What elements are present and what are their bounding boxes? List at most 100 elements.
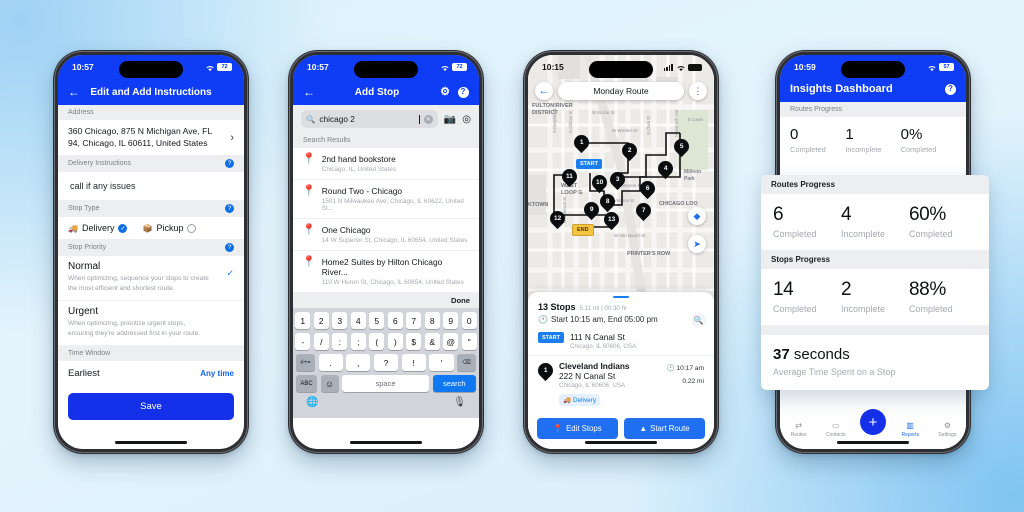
key-at[interactable]: @ — [443, 333, 459, 350]
insights-overlay-card: Routes Progress 6 Completed 4 Incomplete… — [761, 175, 989, 390]
map-start-chip[interactable]: START — [576, 159, 602, 169]
keyboard-row-symbols: - / : ; ( ) $ & @ " — [295, 333, 477, 350]
delete-icon[interactable]: ⌫ — [457, 354, 477, 371]
key-exclamation[interactable]: ! — [401, 354, 426, 371]
route-title[interactable]: Monday Route — [558, 82, 684, 100]
key-period[interactable]: . — [318, 354, 343, 371]
key-dollar[interactable]: $ — [406, 333, 422, 350]
page-title: Edit and Add Instructions — [90, 86, 212, 98]
stop-number-badge: 1 — [534, 359, 557, 382]
tab-settings[interactable]: ⚙ Settings — [929, 422, 966, 439]
question-mark-icon[interactable]: ? — [945, 83, 956, 95]
list-item[interactable]: 📍 2nd hand bookstore Chicago, IL, United… — [293, 148, 479, 180]
key-9[interactable]: 9 — [443, 312, 459, 329]
home-indicator — [585, 441, 657, 444]
key-1[interactable]: 1 — [295, 312, 311, 329]
key-hyphen[interactable]: - — [295, 333, 311, 350]
back-arrow-icon[interactable]: ← — [302, 86, 316, 98]
stat-incomplete: 1 Incomplete — [845, 126, 882, 154]
back-arrow-icon[interactable]: ← — [535, 82, 553, 100]
clear-icon[interactable]: ✕ — [423, 114, 433, 124]
navigate-icon: ▲ — [639, 424, 648, 433]
key-abc[interactable]: ABC — [296, 375, 317, 392]
question-mark-icon[interactable]: ? — [225, 243, 234, 253]
address-row[interactable]: 360 Chicago, 875 N Michigan Ave, FL 94, … — [58, 120, 244, 156]
key-5[interactable]: 5 — [369, 312, 385, 329]
question-mark-icon[interactable]: ? — [225, 204, 234, 214]
chevron-right-icon: › — [230, 131, 234, 144]
map-view[interactable]: FULTON RIVER DISTRICT W Kinzie St W Wacke… — [528, 55, 714, 449]
back-arrow-icon[interactable]: ← — [67, 86, 81, 98]
key-semicolon[interactable]: ; — [350, 333, 366, 350]
save-button[interactable]: Save — [68, 393, 234, 421]
add-button[interactable]: + — [860, 409, 886, 435]
camera-icon[interactable]: 📷 — [444, 114, 456, 125]
home-indicator — [350, 441, 422, 444]
key-apostrophe[interactable]: ' — [429, 354, 454, 371]
priority-option-urgent[interactable]: Urgent When optimizing, prioritize urgen… — [58, 301, 244, 347]
question-mark-icon[interactable]: ? — [457, 86, 469, 98]
key-2[interactable]: 2 — [313, 312, 329, 329]
key-symbols-toggle[interactable]: #+= — [296, 354, 315, 371]
stop-type-pickup[interactable]: 📦 Pickup — [142, 223, 197, 233]
search-input[interactable]: 🔍 chicago 2 ✕ — [301, 110, 438, 128]
status-time: 10:57 — [72, 62, 94, 72]
edit-stops-button[interactable]: 📍 Edit Stops — [537, 418, 618, 439]
key-quote[interactable]: " — [461, 333, 477, 350]
keyboard-row-numbers: 1 2 3 4 5 6 7 8 9 0 — [295, 312, 477, 329]
navigate-icon[interactable]: ➤ — [688, 235, 706, 253]
keyboard-done-button[interactable]: Done — [293, 293, 479, 308]
list-item[interactable]: 1 Cleveland Indians 222 N Canal St Chica… — [528, 355, 714, 412]
map-end-chip[interactable]: END — [572, 224, 594, 236]
list-item[interactable]: 📍 Home2 Suites by Hilton Chicago River..… — [293, 251, 479, 293]
key-comma[interactable]: , — [346, 354, 371, 371]
tab-routes[interactable]: ⇄ Routes — [780, 422, 817, 439]
search-icon[interactable]: 🔍 — [691, 313, 706, 328]
priority-option-normal[interactable]: Normal When optimizing, sequence your st… — [58, 256, 244, 302]
radio-selected-icon: ✓ — [118, 223, 128, 233]
locate-icon[interactable]: ◎ — [462, 114, 471, 125]
key-question[interactable]: ? — [373, 354, 399, 371]
stop-type-delivery[interactable]: 🚚 Delivery ✓ — [68, 223, 128, 233]
contacts-icon: ▭ — [832, 421, 840, 430]
truck-icon: 🚚 — [68, 223, 78, 233]
dashboard-header: Insights Dashboard ? — [780, 79, 966, 102]
sheet-grabber[interactable] — [613, 295, 629, 298]
list-item[interactable]: 📍 Round Two - Chicago 1501 N Milwaukee A… — [293, 180, 479, 219]
tab-reports[interactable]: ▥ Reports — [892, 422, 929, 439]
key-ampersand[interactable]: & — [424, 333, 440, 350]
key-paren-open[interactable]: ( — [369, 333, 385, 350]
key-0[interactable]: 0 — [461, 312, 477, 329]
package-icon: 📦 — [142, 223, 153, 233]
delivery-instructions-value[interactable]: call if any issues — [58, 172, 244, 201]
eta: 🕐 10:17 am — [666, 365, 704, 372]
key-3[interactable]: 3 — [332, 312, 348, 329]
key-search[interactable]: search — [432, 375, 476, 392]
gear-icon[interactable]: ⚙ — [438, 86, 452, 98]
map-layers-icon[interactable]: ◆ — [688, 207, 706, 225]
key-colon[interactable]: : — [332, 333, 348, 350]
key-space[interactable]: space — [342, 375, 429, 392]
pin-icon: 📍 — [553, 424, 564, 433]
key-7[interactable]: 7 — [406, 312, 422, 329]
list-item[interactable]: 📍 One Chicago 14 W Superior St, Chicago,… — [293, 219, 479, 251]
key-paren-close[interactable]: ) — [387, 333, 403, 350]
page-title: Add Stop — [354, 86, 400, 98]
microphone-icon[interactable]: 🎙 — [453, 397, 466, 408]
key-slash[interactable]: / — [313, 333, 329, 350]
key-8[interactable]: 8 — [424, 312, 440, 329]
earliest-value[interactable]: Any time — [200, 369, 234, 378]
globe-icon[interactable]: 🌐 — [306, 397, 318, 408]
tab-contacts[interactable]: ▭ Contacts — [817, 421, 854, 439]
start-route-button[interactable]: ▲ Start Route — [624, 418, 705, 439]
list-item[interactable]: START 111 N Canal St Chicago, IL 60606, … — [528, 327, 714, 355]
pin-icon: 📍 — [302, 185, 316, 197]
more-vertical-icon[interactable]: ⋮ — [689, 82, 707, 100]
emoji-icon[interactable]: ☺ — [320, 375, 339, 392]
key-6[interactable]: 6 — [387, 312, 403, 329]
earliest-row[interactable]: Earliest Any time — [58, 361, 244, 387]
pin-icon: 📍 — [302, 224, 316, 236]
phone-3: FULTON RIVER DISTRICT W Kinzie St W Wacke… — [523, 50, 719, 454]
question-mark-icon[interactable]: ? — [225, 159, 234, 169]
key-4[interactable]: 4 — [350, 312, 366, 329]
